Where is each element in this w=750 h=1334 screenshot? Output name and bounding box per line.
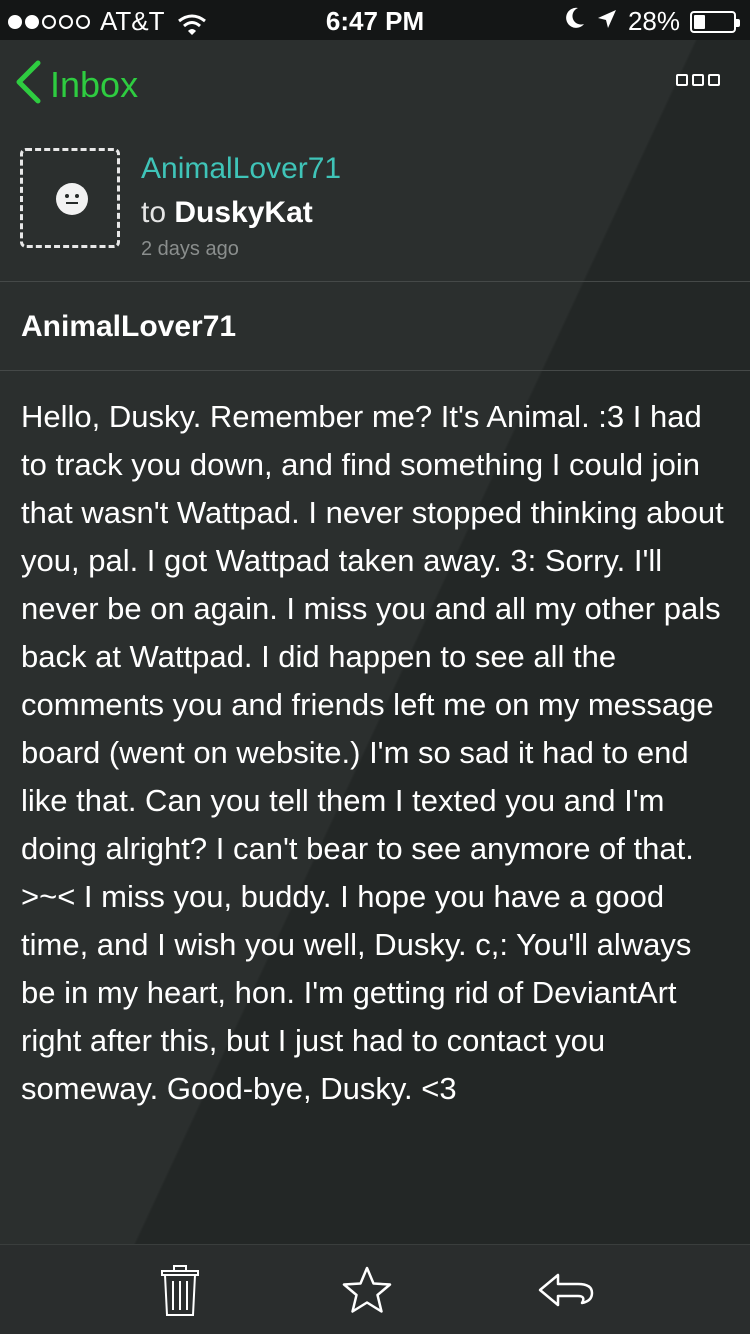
recipient-line: to DuskyKat (141, 196, 313, 230)
nav-bar: Inbox (0, 40, 750, 128)
reply-button[interactable] (536, 1263, 596, 1319)
delete-button[interactable] (150, 1263, 210, 1319)
back-button[interactable]: Inbox (14, 60, 138, 109)
battery-level-fill (694, 14, 705, 29)
message-body: Hello, Dusky. Remember me? It's Animal. … (21, 399, 724, 1106)
message-header: AnimalLover71 to DuskyKat 2 days ago (0, 128, 750, 282)
status-right: 28% (564, 6, 740, 37)
divider (0, 281, 750, 282)
recipient-name[interactable]: DuskyKat (174, 196, 312, 229)
trash-icon (150, 1265, 210, 1323)
status-bar: AT&T 6:47 PM 28% (0, 0, 750, 40)
location-arrow-icon (596, 6, 618, 37)
favorite-button[interactable] (337, 1263, 397, 1319)
message-subject: AnimalLover71 (21, 310, 237, 343)
chevron-left-icon (14, 60, 42, 109)
sender-name[interactable]: AnimalLover71 (141, 152, 341, 186)
smiley-face-icon (56, 183, 88, 215)
battery-percent: 28% (627, 6, 680, 36)
more-options-button[interactable] (676, 74, 720, 86)
moon-icon (564, 6, 586, 37)
avatar[interactable] (20, 148, 120, 248)
message-timestamp: 2 days ago (141, 238, 239, 260)
back-label: Inbox (50, 63, 139, 105)
bottom-toolbar (0, 1244, 750, 1334)
more-icon (676, 74, 688, 86)
battery-icon (690, 10, 740, 33)
reply-icon (536, 1273, 596, 1323)
star-icon (337, 1266, 397, 1323)
divider (0, 370, 750, 371)
to-label: to (141, 196, 167, 229)
